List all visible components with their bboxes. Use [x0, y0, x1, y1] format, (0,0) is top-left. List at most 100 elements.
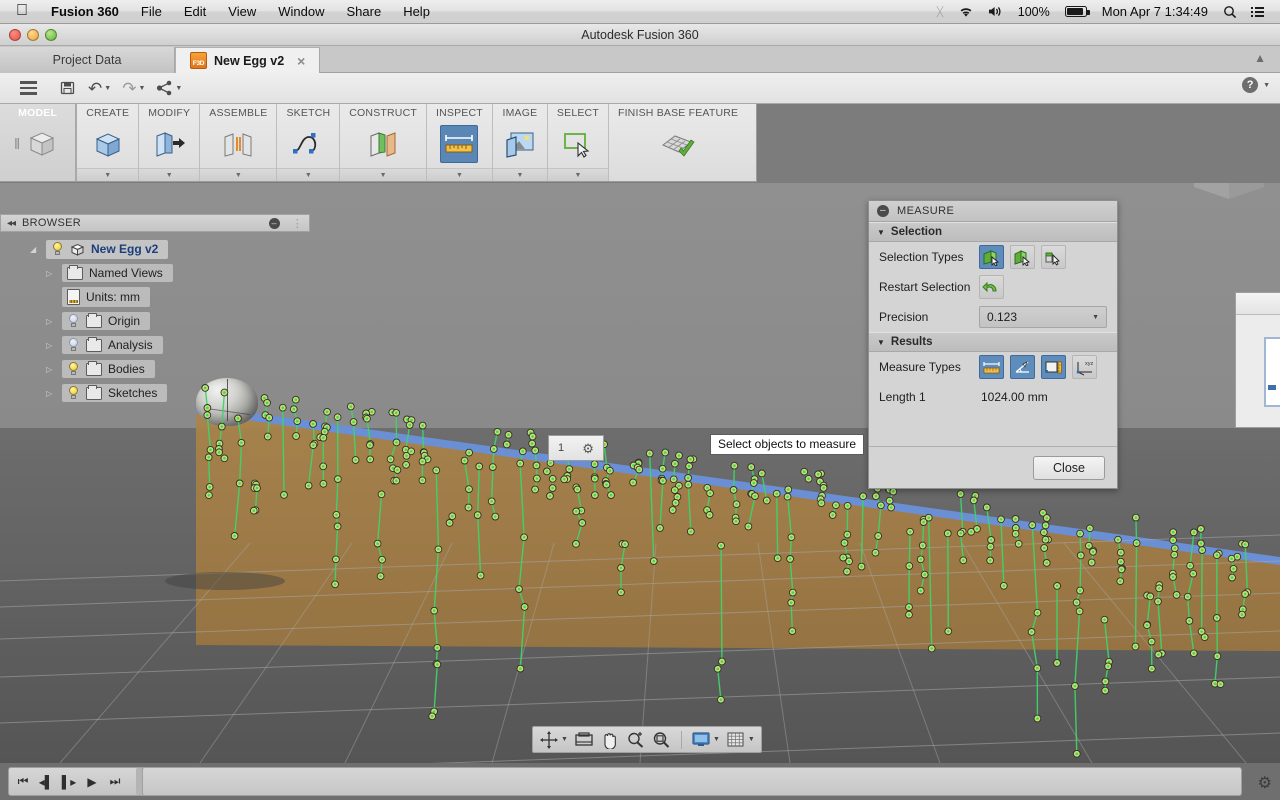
menu-view[interactable]: View [217, 4, 267, 19]
look-at-icon[interactable] [572, 729, 596, 751]
menu-help[interactable]: Help [392, 4, 441, 19]
measure-section-results[interactable]: ▼ Results [869, 332, 1117, 352]
measure-angle-icon[interactable] [1010, 355, 1035, 379]
chevron-up-icon[interactable]: ▲ [1254, 51, 1266, 65]
browser-node-pill[interactable]: Origin [62, 312, 151, 330]
restart-arrow-icon[interactable] [979, 275, 1004, 299]
menu-bar-clock[interactable]: Mon Apr 7 1:34:49 [1094, 4, 1216, 19]
browser-node-origin[interactable]: ▷ Origin [0, 309, 310, 333]
minimize-window-button[interactable] [27, 29, 39, 41]
minimize-icon[interactable]: – [877, 205, 889, 217]
chevron-down-icon[interactable]: ▼ [380, 172, 387, 179]
browser-node-analysis[interactable]: ▷ Analysis [0, 333, 310, 357]
browser-node-pill[interactable]: Analysis [62, 336, 163, 354]
browser-node-units-mm[interactable]: Units: mm [0, 285, 310, 309]
secondary-panel-fragment[interactable] [1235, 292, 1280, 428]
grip-icon[interactable]: ⋮ [292, 217, 303, 230]
browser-node-named-views[interactable]: ▷ Named Views [0, 261, 310, 285]
measure-dialog[interactable]: – MEASURE ▼ Selection Selection Types Re… [868, 200, 1118, 489]
redo-icon[interactable]: ↷ ▼ [118, 76, 149, 100]
browser-node-sketches[interactable]: ▷ Sketches [0, 381, 310, 405]
close-button[interactable]: Close [1033, 455, 1105, 480]
twisty-expanded-icon[interactable]: ◢ [30, 245, 46, 254]
close-window-button[interactable] [9, 29, 21, 41]
zoom-icon[interactable] [624, 729, 648, 751]
apple-icon[interactable]:  [10, 2, 40, 21]
minimize-icon[interactable]: – [268, 217, 280, 229]
visibility-bulb-off-icon[interactable] [67, 314, 80, 328]
browser-node-pill[interactable]: Named Views [62, 264, 173, 282]
measure-xyz-icon[interactable]: xyz [1072, 355, 1097, 379]
menu-share[interactable]: Share [335, 4, 392, 19]
ribbon-group-create[interactable]: CREATE ▼ [77, 104, 140, 181]
spotlight-search-icon[interactable] [1216, 5, 1244, 19]
viewcube[interactable]: FRONT RIGHT [1186, 183, 1272, 209]
chevron-down-icon[interactable]: ▼ [166, 172, 173, 179]
twisty-collapsed-icon[interactable]: ▷ [46, 317, 62, 326]
battery-icon[interactable] [1057, 6, 1094, 17]
chevron-down-icon[interactable]: ▼ [104, 172, 111, 179]
create-box-icon[interactable] [89, 125, 127, 163]
collapse-left-icon[interactable]: ◂◂ [7, 218, 16, 229]
fit-icon[interactable] [650, 729, 674, 751]
help-icon[interactable]: ? [1242, 77, 1259, 93]
browser-node-pill[interactable]: Units: mm [62, 287, 150, 307]
timeline-track[interactable] [142, 767, 1242, 796]
tab-new-egg-v2[interactable]: F3D New Egg v2 × [175, 47, 321, 73]
precision-dropdown[interactable]: 0.123 ▼ [979, 306, 1107, 328]
image-canvas-icon[interactable] [501, 125, 539, 163]
step-forward-icon[interactable]: ▌▸ [61, 775, 77, 789]
visibility-bulb-off-icon[interactable] [67, 338, 80, 352]
ribbon-group-assemble[interactable]: ASSEMBLE ▼ [200, 104, 278, 181]
wifi-icon[interactable] [951, 6, 981, 18]
ribbon-group-modify[interactable]: MODIFY ▼ [139, 104, 201, 181]
play-icon[interactable]: ▶ [84, 775, 100, 789]
chevron-down-icon[interactable]: ▼ [1263, 82, 1270, 89]
chevron-down-icon[interactable]: ▼ [305, 172, 312, 179]
select-window-icon[interactable] [559, 125, 597, 163]
ribbon-group-sketch[interactable]: SKETCH ▼ [277, 104, 341, 181]
ribbon-group-inspect[interactable]: INSPECT ▼ [426, 104, 493, 181]
chevron-down-icon[interactable]: ▼ [574, 172, 581, 179]
browser-node-bodies[interactable]: ▷ Bodies [0, 357, 310, 381]
construct-plane-icon[interactable] [364, 125, 402, 163]
bluetooth-icon[interactable]: ᚷ [929, 5, 951, 19]
chevron-down-icon[interactable]: ▼ [713, 736, 720, 743]
twisty-collapsed-icon[interactable]: ▷ [46, 341, 62, 350]
visibility-bulb-on-icon[interactable] [67, 386, 80, 400]
assemble-joint-icon[interactable] [219, 125, 257, 163]
chevron-down-icon[interactable]: ▼ [456, 172, 463, 179]
sketch-spline-icon[interactable] [289, 125, 327, 163]
step-back-icon[interactable]: ◂▌ [38, 775, 54, 789]
browser-node-new-egg-v2[interactable]: ◢ New Egg v2 [0, 237, 310, 261]
visibility-bulb-on-icon[interactable] [51, 242, 64, 256]
chevron-down-icon[interactable]: ▼ [561, 736, 568, 743]
display-settings-icon[interactable] [689, 729, 713, 751]
browser-node-pill[interactable]: Sketches [62, 384, 168, 402]
menu-file[interactable]: File [130, 4, 173, 19]
tab-project-data[interactable]: Project Data [0, 47, 175, 73]
chevron-down-icon[interactable]: ▼ [516, 172, 523, 179]
chevron-down-icon[interactable]: ▼ [235, 172, 242, 179]
twisty-collapsed-icon[interactable]: ▷ [46, 389, 62, 398]
modify-press-pull-icon[interactable] [150, 125, 188, 163]
undo-icon[interactable]: ↶ ▼ [84, 76, 115, 100]
browser-node-pill[interactable]: New Egg v2 [46, 239, 169, 259]
inspect-measure-icon[interactable] [440, 125, 479, 163]
dimension-input-widget[interactable]: 1 ⚙ [548, 435, 604, 461]
ribbon-group-select[interactable]: SELECT ▼ [547, 104, 609, 181]
twisty-collapsed-icon[interactable]: ▷ [46, 269, 62, 278]
gear-icon[interactable]: ⚙ [1258, 773, 1272, 793]
grid-snaps-icon[interactable] [724, 729, 748, 751]
select-face-icon[interactable] [979, 245, 1004, 269]
close-icon[interactable]: × [297, 53, 305, 69]
orbit-icon[interactable] [537, 729, 561, 751]
skip-to-start-icon[interactable]: ⏮ [15, 774, 31, 789]
ribbon-group-finish-base-feature[interactable]: FINISH BASE FEATURE [609, 104, 747, 181]
browser-node-pill[interactable]: Bodies [62, 360, 155, 378]
measure-area-icon[interactable] [1041, 355, 1066, 379]
measure-distance-icon[interactable] [979, 355, 1004, 379]
workspace-switcher-model[interactable]: MODEL ‖ [0, 104, 78, 181]
menu-window[interactable]: Window [267, 4, 335, 19]
select-body-icon[interactable] [1010, 245, 1035, 269]
